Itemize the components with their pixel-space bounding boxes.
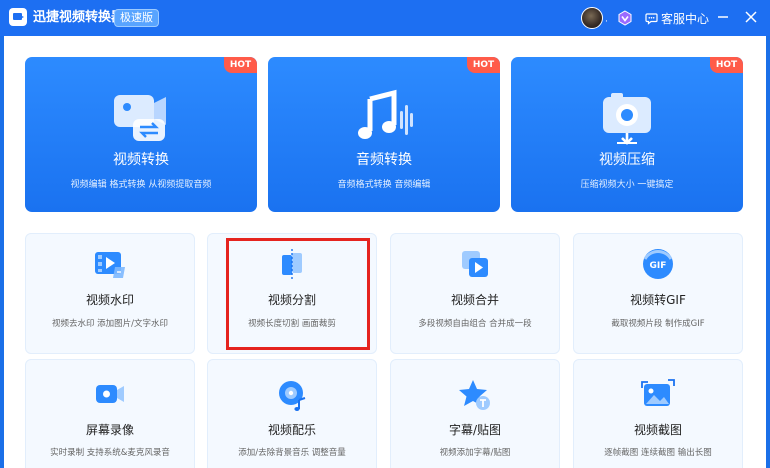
music-desc: 添加/去除背景音乐 调整音量 xyxy=(238,448,346,458)
vip-icon[interactable] xyxy=(617,10,633,26)
audio-convert-icon xyxy=(358,89,413,139)
gif-title: 视频转GIF xyxy=(630,293,686,307)
chat-icon xyxy=(645,12,658,25)
subtitle-desc: 视频添加字幕/贴图 xyxy=(439,448,511,458)
video-compress-desc: 压缩视频大小 一键搞定 xyxy=(580,180,674,190)
video-compress-title: 视频压缩 xyxy=(599,152,655,168)
app-title: 迅捷视频转换器 xyxy=(33,10,125,25)
merge-card[interactable]: 视频合并 多段视频自由组合 合并成一段 xyxy=(390,233,560,354)
split-title: 视频分割 xyxy=(267,293,316,307)
audio-convert-title: 音频转换 xyxy=(356,152,412,168)
music-icon xyxy=(279,381,306,411)
music-card[interactable]: 视频配乐 添加/去除背景音乐 调整音量 xyxy=(207,359,377,468)
video-compress-card[interactable]: HOT 视频压缩 压缩视频大小 一键搞定 xyxy=(511,57,743,212)
avatar-dropdown-dot[interactable]: · xyxy=(605,17,608,27)
minimize-icon[interactable] xyxy=(715,9,731,25)
merge-icon xyxy=(462,251,488,277)
merge-desc: 多段视频自由组合 合并成一段 xyxy=(418,319,532,329)
close-icon[interactable] xyxy=(743,9,759,25)
customer-service-button[interactable]: 客服中心 xyxy=(645,9,709,27)
app-logo-icon xyxy=(9,8,27,26)
customer-service-label: 客服中心 xyxy=(661,11,710,26)
main-panel: HOT 视频转换 视频编辑 格式转换 从视频提取音频 HOT 音频转换 音频格式… xyxy=(4,36,766,468)
screenshot-title: 视频截图 xyxy=(633,423,682,437)
hot-badge: HOT xyxy=(710,57,743,73)
audio-convert-desc: 音频格式转换 音频编辑 xyxy=(337,180,431,190)
gif-desc: 截取视频片段 制作成GIF xyxy=(611,319,705,329)
hot-badge: HOT xyxy=(224,57,257,73)
watermark-card[interactable]: 视频水印 视频去水印 添加图片/文字水印 xyxy=(25,233,195,354)
audio-convert-card[interactable]: HOT 音频转换 音频格式转换 音频编辑 xyxy=(268,57,500,212)
title-bar: 迅捷视频转换器 极速版 · 客服中心 xyxy=(0,0,770,36)
screen-record-card[interactable]: 屏幕录像 实时录制 支持系统&麦克风录音 xyxy=(25,359,195,468)
gif-card[interactable]: GIF 视频转GIF 截取视频片段 制作成GIF xyxy=(573,233,743,354)
split-card[interactable]: 视频分割 视频长度切割 画面裁剪 xyxy=(207,233,377,354)
screenshot-icon xyxy=(641,379,675,406)
edition-badge: 极速版 xyxy=(114,9,159,27)
merge-title: 视频合并 xyxy=(450,293,499,307)
video-convert-card[interactable]: HOT 视频转换 视频编辑 格式转换 从视频提取音频 xyxy=(25,57,257,212)
hot-badge: HOT xyxy=(467,57,500,73)
subtitle-title: 字幕/贴图 xyxy=(448,423,502,437)
screen-record-desc: 实时录制 支持系统&麦克风录音 xyxy=(50,448,170,458)
subtitle-card[interactable]: 字幕/贴图 视频添加字幕/贴图 xyxy=(390,359,560,468)
split-desc: 视频长度切割 画面裁剪 xyxy=(248,319,336,329)
screen-record-icon xyxy=(96,385,124,403)
watermark-title: 视频水印 xyxy=(85,293,134,307)
video-compress-icon xyxy=(603,93,651,145)
avatar[interactable] xyxy=(581,7,603,29)
video-convert-icon xyxy=(114,95,166,141)
video-convert-desc: 视频编辑 格式转换 从视频提取音频 xyxy=(70,180,212,190)
screen-record-title: 屏幕录像 xyxy=(85,423,134,437)
screenshot-desc: 逐帧截图 连续截图 输出长图 xyxy=(604,448,712,458)
gif-icon-text: GIF xyxy=(650,261,667,271)
gif-icon: GIF xyxy=(643,249,673,279)
watermark-icon xyxy=(95,252,125,278)
split-icon xyxy=(282,249,302,279)
video-convert-title: 视频转换 xyxy=(113,152,169,168)
subtitle-icon xyxy=(459,380,490,410)
screenshot-card[interactable]: 视频截图 逐帧截图 连续截图 输出长图 xyxy=(573,359,743,468)
music-title: 视频配乐 xyxy=(267,423,316,437)
watermark-desc: 视频去水印 添加图片/文字水印 xyxy=(51,319,169,329)
